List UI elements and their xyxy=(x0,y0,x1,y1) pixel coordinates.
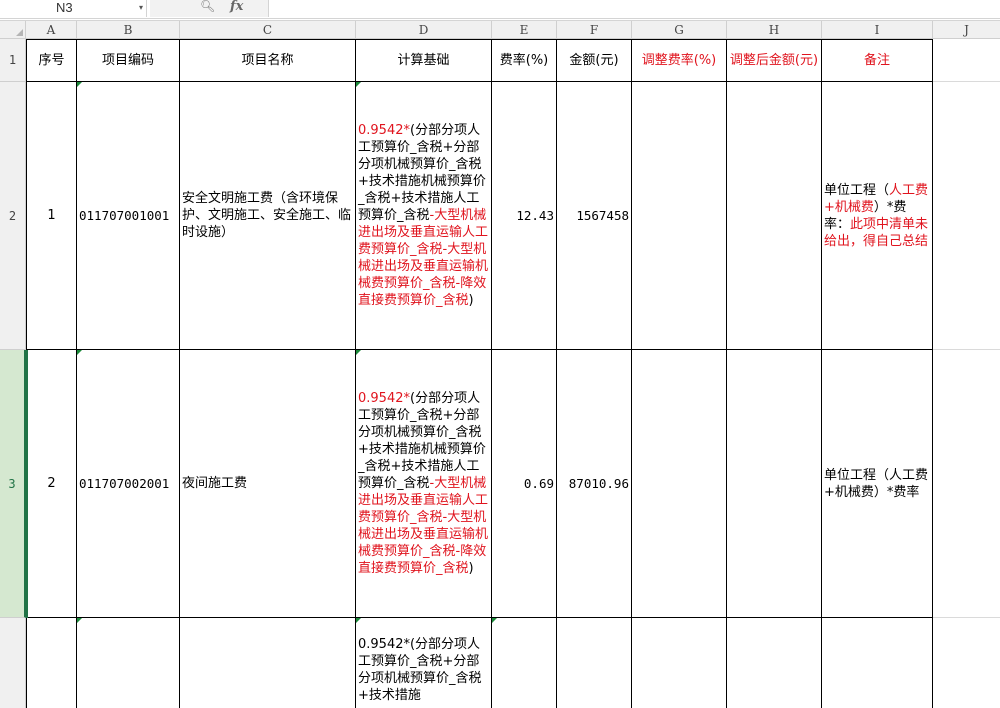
cell-amount[interactable] xyxy=(557,618,632,708)
row-header-2[interactable]: 2 xyxy=(0,82,26,350)
cell-remark[interactable] xyxy=(822,618,933,708)
cell-code[interactable]: 011707002001 xyxy=(77,350,180,618)
basis-end: ) xyxy=(468,293,474,308)
header-name[interactable]: 项目名称 xyxy=(180,39,356,82)
column-header-b[interactable]: B xyxy=(77,21,180,39)
row-selection-indicator xyxy=(26,350,28,618)
header-rate[interactable]: 费率(%) xyxy=(492,39,557,82)
cell-seq[interactable]: 2 xyxy=(26,350,77,618)
column-header-a[interactable]: A xyxy=(26,21,77,39)
column-header-d[interactable]: D xyxy=(356,21,492,39)
chevron-down-icon[interactable]: ▾ xyxy=(139,0,143,16)
cell-reference: N3 xyxy=(56,0,73,15)
cell-rate[interactable]: 12.43 xyxy=(492,82,557,350)
basis-text: 0.9542*(分部分项人工预算价_含税+分部分项机械预算价_含税+技术措施机械… xyxy=(358,390,489,577)
empty-cell[interactable] xyxy=(933,82,1000,350)
fx-icon[interactable]: fx xyxy=(230,0,243,14)
formula-icons: 🔍︎ fx xyxy=(150,0,269,17)
cell-adjusted-amount[interactable] xyxy=(727,82,822,350)
column-header-c[interactable]: C xyxy=(180,21,356,39)
basis-coefficient: 0.9542* xyxy=(358,123,410,138)
header-code[interactable]: 项目编码 xyxy=(77,39,180,82)
zoom-icon[interactable]: 🔍︎ xyxy=(200,0,215,13)
cell-basis[interactable]: 0.9542*(分部分项人工预算价_含税+分部分项机械预算价_含税+技术措施 xyxy=(356,618,492,708)
cell-remark[interactable]: 单位工程（人工费+机械费）*费率：此项中清单未给出，得自己总结 xyxy=(822,82,933,350)
cell-rate[interactable] xyxy=(492,618,557,708)
cell-basis[interactable]: 0.9542*(分部分项人工预算价_含税+分部分项机械预算价_含税+技术措施机械… xyxy=(356,82,492,350)
cell-code[interactable]: 011707001001 xyxy=(77,82,180,350)
column-header-f[interactable]: F xyxy=(557,21,632,39)
column-header-g[interactable]: G xyxy=(632,21,727,39)
formula-bar: N3 ▾ 🔍︎ fx xyxy=(0,0,1000,19)
cell-seq[interactable]: 1 xyxy=(26,82,77,350)
formula-input[interactable] xyxy=(270,0,1000,17)
cell-name[interactable]: 安全文明施工费（含环境保护、文明施工、安全施工、临时设施） xyxy=(180,82,356,350)
cell-adjusted-rate[interactable] xyxy=(632,350,727,618)
cell-amount[interactable]: 1567458 xyxy=(557,82,632,350)
remark-text: 单位工程（人工费+机械费）*费率：此项中清单未给出，得自己总结 xyxy=(824,182,930,250)
row-header-1[interactable]: 1 xyxy=(0,39,26,82)
basis-coefficient: 0.9542* xyxy=(358,391,410,406)
column-header-h[interactable]: H xyxy=(727,21,822,39)
cell-adjusted-amount[interactable] xyxy=(727,350,822,618)
basis-end: ) xyxy=(468,561,474,576)
cell-basis[interactable]: 0.9542*(分部分项人工预算价_含税+分部分项机械预算价_含税+技术措施机械… xyxy=(356,350,492,618)
cell-name[interactable]: 夜间施工费 xyxy=(180,350,356,618)
empty-cell[interactable] xyxy=(933,39,1000,82)
name-box[interactable]: N3 ▾ xyxy=(0,0,147,17)
header-seq[interactable]: 序号 xyxy=(26,39,77,82)
header-adjusted-amount[interactable]: 调整后金额(元) xyxy=(727,39,822,82)
header-amount[interactable]: 金额(元) xyxy=(557,39,632,82)
header-remark[interactable]: 备注 xyxy=(822,39,933,82)
row-header-4[interactable] xyxy=(0,618,26,708)
empty-cell[interactable] xyxy=(933,350,1000,618)
header-basis[interactable]: 计算基础 xyxy=(356,39,492,82)
select-all-corner[interactable] xyxy=(0,21,26,39)
cell-code[interactable] xyxy=(77,618,180,708)
column-header-j[interactable]: J xyxy=(933,21,1000,39)
cell-rate[interactable]: 0.69 xyxy=(492,350,557,618)
cell-name[interactable] xyxy=(180,618,356,708)
basis-text: 0.9542*(分部分项人工预算价_含税+分部分项机械预算价_含税+技术措施机械… xyxy=(358,122,489,309)
row-header-3[interactable]: 3 xyxy=(0,350,26,618)
header-adjusted-rate[interactable]: 调整费率(%) xyxy=(632,39,727,82)
cell-remark[interactable]: 单位工程（人工费+机械费）*费率 xyxy=(822,350,933,618)
cell-seq[interactable] xyxy=(26,618,77,708)
column-header-i[interactable]: I xyxy=(822,21,933,39)
empty-cell[interactable] xyxy=(933,618,1000,708)
cell-adjusted-amount[interactable] xyxy=(727,618,822,708)
remark-part: 单位工程（ xyxy=(824,182,890,198)
cell-adjusted-rate[interactable] xyxy=(632,82,727,350)
cell-amount[interactable]: 87010.96 xyxy=(557,350,632,618)
column-header-e[interactable]: E xyxy=(492,21,557,39)
cell-adjusted-rate[interactable] xyxy=(632,618,727,708)
